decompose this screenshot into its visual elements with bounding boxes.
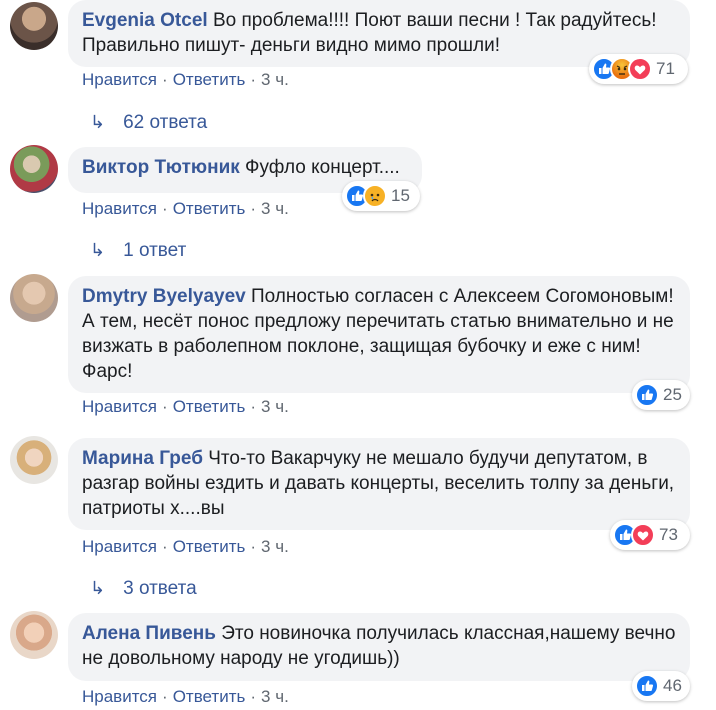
comment-author[interactable]: Марина Греб [82, 448, 203, 469]
comment-bubble: Марина Греб Что-то Вакарчуку не мешало б… [68, 438, 690, 530]
love-icon [631, 523, 655, 547]
timestamp[interactable]: 3 ч. [261, 70, 289, 89]
timestamp[interactable]: 3 ч. [261, 537, 289, 556]
view-replies-link[interactable]: ↳ 3 ответа [90, 578, 197, 600]
separator-dot: · [250, 397, 257, 416]
reaction-count: 71 [656, 59, 675, 78]
reaction-summary[interactable]: 15 [342, 181, 420, 211]
reply-button[interactable]: Ответить [173, 70, 246, 89]
comment-author[interactable]: Dmytry Byelyayev [82, 286, 246, 307]
reply-button[interactable]: Ответить [173, 537, 246, 556]
timestamp[interactable]: 3 ч. [261, 199, 289, 218]
reply-button[interactable]: Ответить [173, 687, 246, 706]
reply-arrow-icon: ↳ [90, 112, 106, 132]
like-icon [635, 383, 659, 407]
reaction-count: 15 [391, 186, 410, 205]
reaction-summary[interactable]: 46 [632, 671, 690, 701]
view-replies-link[interactable]: ↳ 1 ответ [90, 240, 186, 262]
love-icon [628, 57, 652, 81]
separator-dot: · [162, 537, 168, 556]
comment-bubble: Dmytry Byelyayev Полностью согласен с Ал… [68, 276, 690, 393]
reaction-count: 46 [663, 676, 682, 695]
reaction-count: 25 [663, 385, 682, 404]
view-replies-link[interactable]: ↳ 62 ответа [90, 112, 207, 134]
reaction-summary[interactable]: 25 [632, 380, 690, 410]
like-button[interactable]: Нравится [82, 687, 157, 706]
avatar[interactable] [10, 611, 58, 659]
separator-dot: · [162, 199, 168, 218]
comment-actions: Нравится · Ответить · 3 ч. [82, 70, 289, 90]
comment-bubble: Алена Пивень Это новиночка получилась кл… [68, 613, 690, 681]
replies-count[interactable]: 3 ответа [123, 578, 197, 599]
replies-count[interactable]: 62 ответа [123, 112, 207, 133]
comment-actions: Нравится · Ответить · 3 ч. [82, 397, 289, 417]
comment-text: Фуфло концерт.... [245, 157, 400, 178]
like-button[interactable]: Нравится [82, 537, 157, 556]
reply-arrow-icon: ↳ [90, 578, 106, 598]
reaction-summary[interactable]: 71 [589, 54, 688, 84]
comment-actions: Нравится · Ответить · 3 ч. [82, 537, 289, 557]
replies-count[interactable]: 1 ответ [123, 240, 186, 261]
comment-author[interactable]: Алена Пивень [82, 623, 216, 644]
separator-dot: · [162, 687, 168, 706]
like-button[interactable]: Нравится [82, 397, 157, 416]
timestamp[interactable]: 3 ч. [261, 397, 289, 416]
sad-icon [363, 184, 387, 208]
reply-button[interactable]: Ответить [173, 199, 246, 218]
comment-author[interactable]: Evgenia Otcel [82, 10, 208, 31]
avatar[interactable] [10, 2, 58, 50]
separator-dot: · [250, 70, 257, 89]
like-button[interactable]: Нравится [82, 70, 157, 89]
avatar[interactable] [10, 436, 58, 484]
separator-dot: · [162, 70, 168, 89]
comment-author[interactable]: Виктор Тютюник [82, 157, 240, 178]
timestamp[interactable]: 3 ч. [261, 687, 289, 706]
separator-dot: · [250, 537, 257, 556]
reply-button[interactable]: Ответить [173, 397, 246, 416]
comment-actions: Нравится · Ответить · 3 ч. [82, 199, 289, 219]
reaction-count: 73 [659, 525, 678, 544]
reply-arrow-icon: ↳ [90, 240, 106, 260]
separator-dot: · [162, 397, 168, 416]
avatar[interactable] [10, 274, 58, 322]
separator-dot: · [250, 687, 257, 706]
like-button[interactable]: Нравится [82, 199, 157, 218]
separator-dot: · [250, 199, 257, 218]
comment-actions: Нравится · Ответить · 3 ч. [82, 687, 289, 707]
reaction-summary[interactable]: 73 [610, 520, 690, 550]
avatar[interactable] [10, 145, 58, 193]
like-icon [635, 674, 659, 698]
